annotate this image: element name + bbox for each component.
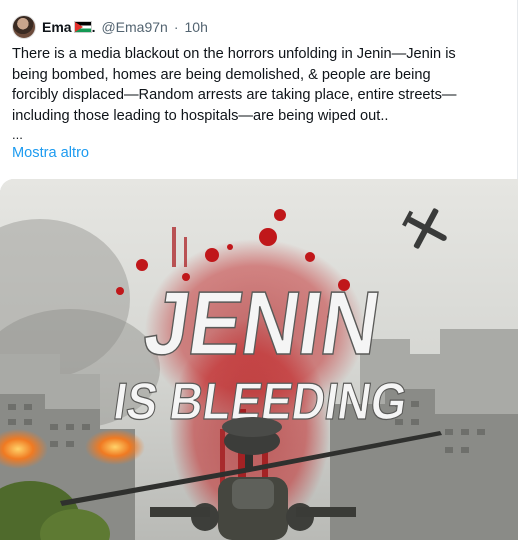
tweet-text-line: There is a media blackout on the horrors… — [12, 46, 456, 62]
poster-illustration: JENIN IS BLEEDING — [0, 179, 518, 540]
poster-headline: JENIN — [138, 273, 387, 375]
tweet-text-line: being bombed, homes are being demolished… — [12, 66, 431, 83]
headline-line-1: JENIN — [139, 274, 386, 374]
separator: · — [173, 19, 179, 35]
show-more-link[interactable]: Mostra altro — [12, 145, 89, 161]
fire-glow — [85, 429, 145, 465]
tweet-text-line: forcibly displaced—Random arrests are ta… — [12, 87, 457, 103]
palestine-flag-icon — [73, 21, 92, 33]
display-name[interactable]: Ema . — [42, 19, 95, 35]
tweet-media-image[interactable]: JENIN IS BLEEDING — [0, 179, 518, 540]
tweet-card[interactable]: Ema . @Ema97n · 10h There is a media bla… — [0, 0, 518, 540]
display-name-suffix: . — [91, 19, 96, 35]
avatar[interactable] — [12, 15, 36, 39]
tweet-header: Ema . @Ema97n · 10h — [12, 14, 208, 40]
timestamp[interactable]: 10h — [185, 19, 208, 35]
text-ellipsis: ... — [12, 127, 23, 142]
tweet-text: There is a media blackout on the horrors… — [12, 44, 506, 126]
display-name-text: Ema — [42, 19, 72, 35]
tweet-text-line: including those leading to hospitals—are… — [12, 107, 389, 124]
user-handle[interactable]: @Ema97n — [101, 19, 167, 35]
